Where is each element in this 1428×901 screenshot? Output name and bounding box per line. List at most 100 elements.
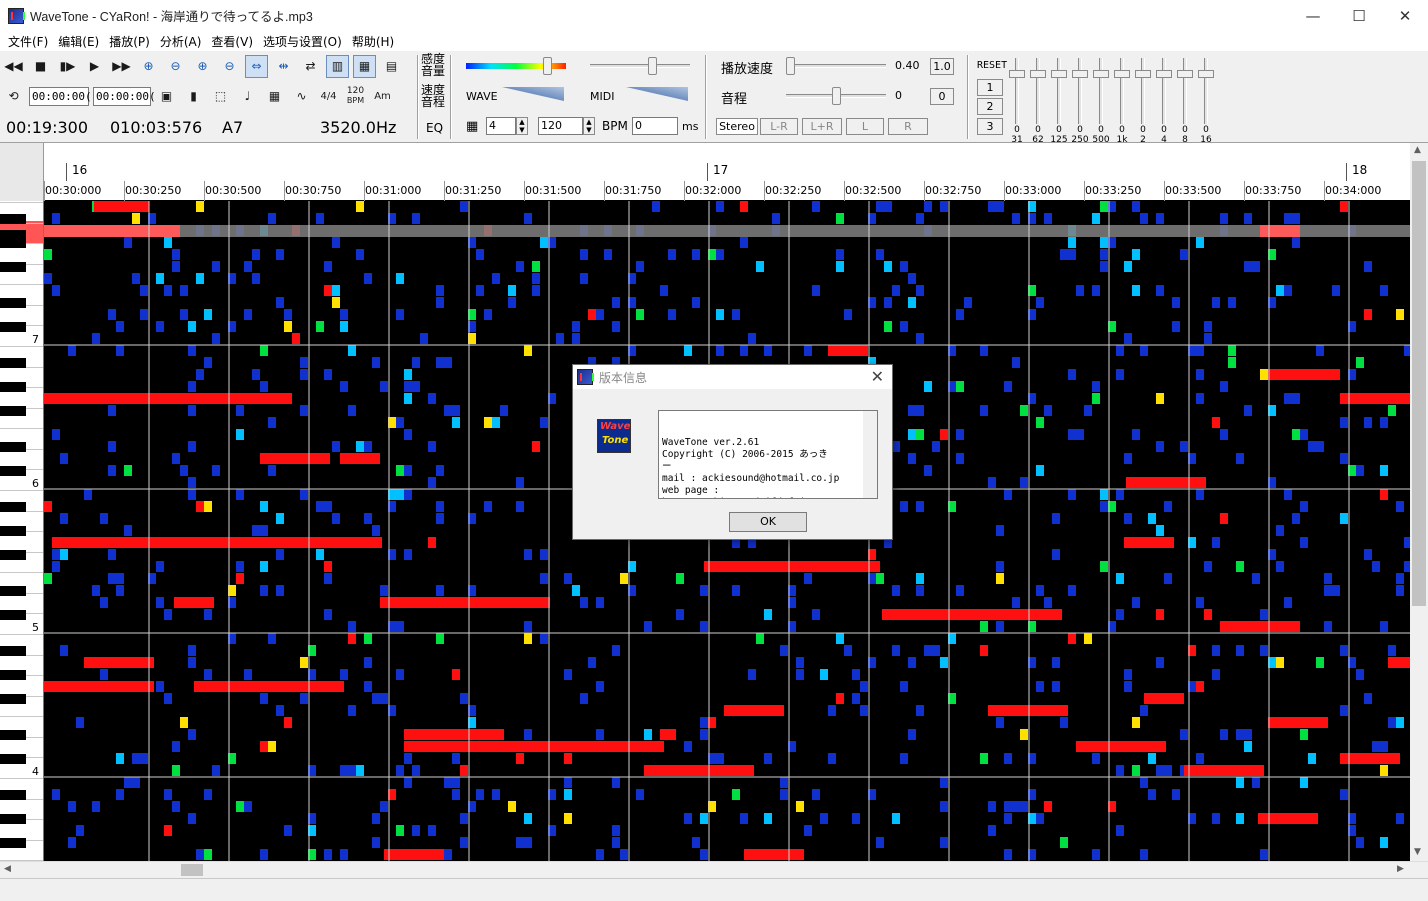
- eq-band-250[interactable]: 0 250: [1070, 58, 1090, 146]
- bpm-spinner[interactable]: ▲ ▼: [583, 117, 595, 135]
- maximize-button[interactable]: ☐: [1336, 0, 1382, 31]
- black-key[interactable]: [0, 502, 26, 512]
- eq-preset-3-button[interactable]: 3: [977, 118, 1003, 135]
- black-key[interactable]: [0, 442, 26, 452]
- piano-keyboard[interactable]: 7 6 5 4: [0, 201, 44, 861]
- eq-reset-button[interactable]: RESET: [977, 60, 1007, 71]
- ok-button[interactable]: OK: [729, 512, 807, 532]
- selection-button[interactable]: ⬚: [209, 85, 232, 108]
- black-key[interactable]: [0, 730, 26, 740]
- stereo-button[interactable]: Stereo: [716, 118, 758, 135]
- minimize-button[interactable]: —: [1290, 0, 1336, 31]
- eq-thumb[interactable]: [1198, 70, 1214, 78]
- info-scrollbar[interactable]: [863, 411, 877, 498]
- eq-thumb[interactable]: [1177, 70, 1193, 78]
- black-key[interactable]: [0, 298, 26, 308]
- eq-band-125[interactable]: 0 125: [1049, 58, 1069, 146]
- pitch-reset-button[interactable]: 0: [930, 88, 954, 105]
- rewind-button[interactable]: ◀◀: [2, 55, 25, 78]
- l-minus-r-button[interactable]: L-R: [760, 118, 798, 135]
- curve-button[interactable]: ∿: [290, 85, 313, 108]
- eq-thumb[interactable]: [1030, 70, 1046, 78]
- eq-band-4k[interactable]: 04: [1154, 58, 1174, 146]
- vertical-scroll-thumb[interactable]: [1412, 161, 1426, 606]
- scroll-down-icon[interactable]: ▼: [1414, 847, 1421, 857]
- black-key[interactable]: [0, 526, 26, 536]
- l-plus-r-button[interactable]: L+R: [802, 118, 842, 135]
- loop-button[interactable]: ⟲: [2, 85, 25, 108]
- close-button[interactable]: ✕: [1382, 0, 1428, 31]
- black-key[interactable]: [0, 406, 26, 416]
- horizontal-scroll-thumb[interactable]: [181, 864, 203, 876]
- eq-band-2k[interactable]: 02: [1133, 58, 1153, 146]
- midi-volume-ramp[interactable]: [626, 87, 688, 101]
- eq-thumb[interactable]: [1009, 70, 1025, 78]
- beats-input[interactable]: 4: [486, 117, 516, 135]
- black-key[interactable]: [0, 646, 26, 656]
- eq-preset-2-button[interactable]: 2: [977, 98, 1003, 115]
- scroll-up-icon[interactable]: ▲: [1414, 145, 1421, 155]
- playback-speed-slider[interactable]: [786, 57, 795, 75]
- black-key[interactable]: [0, 694, 26, 704]
- menu-view[interactable]: 查看(V): [206, 33, 258, 50]
- zoom-out-pitch-button[interactable]: ⊖: [218, 55, 241, 78]
- eq-thumb[interactable]: [1093, 70, 1109, 78]
- time-ruler[interactable]: 16 17 18 00:30:000 00:30:250 00:30:500 00:3…: [44, 143, 1410, 201]
- black-key[interactable]: [0, 358, 26, 368]
- marker-button[interactable]: ▮: [182, 85, 205, 108]
- scroll-left-icon[interactable]: ◀: [4, 864, 11, 874]
- offset-input[interactable]: 0: [632, 117, 678, 135]
- eq-thumb[interactable]: [1114, 70, 1130, 78]
- eq-thumb[interactable]: [1135, 70, 1151, 78]
- playback-speed-reset-button[interactable]: 1.0: [930, 58, 954, 75]
- score-view-button[interactable]: ▤: [380, 55, 403, 78]
- volume-slider[interactable]: [648, 57, 657, 75]
- eq-thumb[interactable]: [1156, 70, 1172, 78]
- menu-edit[interactable]: 编辑(E): [53, 33, 104, 50]
- bpm-input[interactable]: 120: [538, 117, 583, 135]
- black-key[interactable]: [0, 230, 26, 240]
- sensitivity-slider[interactable]: [543, 57, 552, 75]
- menu-play[interactable]: 播放(P): [104, 33, 155, 50]
- note-button[interactable]: ♩: [236, 85, 259, 108]
- black-key[interactable]: [0, 838, 26, 848]
- eq-band-8k[interactable]: 08: [1175, 58, 1195, 146]
- black-key[interactable]: [0, 814, 26, 824]
- eq-thumb[interactable]: [1072, 70, 1088, 78]
- table-button[interactable]: ▦: [263, 85, 286, 108]
- vertical-scrollbar[interactable]: ▲ ▼: [1410, 143, 1428, 861]
- menu-analyze[interactable]: 分析(A): [155, 33, 207, 50]
- stop-button[interactable]: ■: [29, 55, 52, 78]
- zoom-in-pitch-button[interactable]: ⊕: [191, 55, 214, 78]
- beats-spinner[interactable]: ▲ ▼: [516, 117, 528, 135]
- loop-start-time[interactable]: 00:00:00(: [29, 86, 92, 106]
- menu-file[interactable]: 文件(F): [3, 33, 53, 50]
- eq-band-62[interactable]: 0 62: [1028, 58, 1048, 146]
- layout-button[interactable]: ▣: [155, 85, 178, 108]
- bpm-button[interactable]: 120 BPM: [344, 85, 367, 108]
- loop-end-time[interactable]: 00:00:00(: [93, 86, 156, 106]
- fast-forward-button[interactable]: ▶▶: [110, 55, 133, 78]
- menu-help[interactable]: 帮助(H): [347, 33, 399, 50]
- eq-thumb[interactable]: [1051, 70, 1067, 78]
- black-key[interactable]: [0, 586, 26, 596]
- pitch-slider[interactable]: [832, 87, 841, 105]
- pause-button[interactable]: ▮▶: [56, 55, 79, 78]
- waveform-view-button[interactable]: ▥: [326, 54, 349, 78]
- dialog-close-button[interactable]: ✕: [871, 367, 884, 386]
- spectrum-view-button[interactable]: ▦: [353, 54, 376, 78]
- wave-volume-ramp[interactable]: [502, 87, 564, 101]
- zoom-out-time-button[interactable]: ⊖: [164, 55, 187, 78]
- black-key[interactable]: [0, 754, 26, 764]
- eq-preset-1-button[interactable]: 1: [977, 79, 1003, 96]
- black-key[interactable]: [0, 610, 26, 620]
- menu-options[interactable]: 选项与设置(O): [258, 33, 347, 50]
- eq-band-31[interactable]: 0 31: [1007, 58, 1027, 146]
- black-key[interactable]: [0, 790, 26, 800]
- black-key[interactable]: [0, 550, 26, 560]
- meter-button[interactable]: 4/4: [317, 85, 340, 108]
- scroll-right-icon[interactable]: ▶: [1397, 864, 1404, 874]
- black-key[interactable]: [0, 214, 26, 224]
- horizontal-scrollbar[interactable]: ◀ ▶: [0, 861, 1428, 878]
- black-key[interactable]: [0, 466, 26, 476]
